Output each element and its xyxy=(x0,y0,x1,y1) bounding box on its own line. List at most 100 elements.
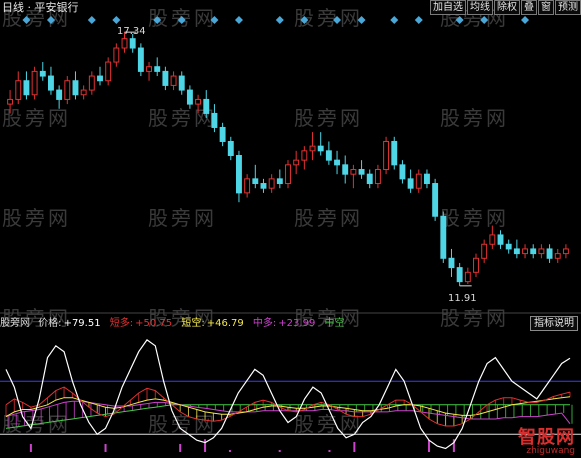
candle-body xyxy=(88,75,95,91)
candle-body xyxy=(562,248,569,255)
signal-diamond xyxy=(455,16,464,24)
legend-short-long-value: +50.75 xyxy=(135,318,173,329)
candle-body xyxy=(268,178,275,189)
candle-body xyxy=(219,126,226,142)
legend-source: 股旁网 xyxy=(0,318,30,329)
signal-diamond xyxy=(87,16,96,24)
candle-body xyxy=(276,178,283,185)
candle-body xyxy=(154,66,161,72)
legend-mid-short-label: 中空 xyxy=(324,318,345,329)
candle-body xyxy=(72,80,79,96)
signal-diamond xyxy=(22,16,31,24)
indicator-legend: 股旁网 价格: +79.51 短多: +50.75 短空: +46.79 中多: +23… xyxy=(0,317,520,331)
candle-body xyxy=(23,80,30,96)
candle-body xyxy=(513,248,520,255)
candle-body xyxy=(227,140,234,156)
candle-body xyxy=(497,234,504,245)
candle-body xyxy=(334,159,340,166)
candle-body xyxy=(260,183,267,189)
candle-body xyxy=(448,257,455,269)
candle-body xyxy=(129,38,136,49)
low-price-label: 11.91 xyxy=(448,293,477,304)
signal-diamond xyxy=(210,16,219,24)
candle-body xyxy=(162,70,169,86)
candle-body xyxy=(374,169,381,185)
candle-body xyxy=(415,173,422,189)
candle-body xyxy=(391,140,398,166)
signal-diamond xyxy=(333,16,342,24)
candle-body xyxy=(121,38,128,49)
candle-body xyxy=(97,75,103,82)
candle-body xyxy=(505,243,512,250)
candle-body xyxy=(105,61,112,82)
chart-window: 股旁网 股旁网 股旁网 股旁网 股旁网 股旁网 股旁网 股旁网 股旁网 股旁网 … xyxy=(0,0,581,458)
signal-diamond xyxy=(234,16,243,24)
signal-diamond xyxy=(300,16,309,24)
legend-price-value: +79.51 xyxy=(63,318,101,329)
candle-body xyxy=(244,178,251,194)
candle-body xyxy=(252,178,259,185)
legend-price-label: 价格: xyxy=(38,318,62,329)
candle-body xyxy=(383,140,390,171)
candle-body xyxy=(342,164,349,175)
candle-body xyxy=(473,257,479,273)
price-line xyxy=(5,339,571,450)
candle-body xyxy=(440,215,447,259)
candle-body xyxy=(546,248,553,259)
candle-body xyxy=(64,80,71,100)
candle-body xyxy=(80,89,87,96)
candlestick-chart[interactable] xyxy=(0,0,581,458)
signal-diamond xyxy=(46,16,55,24)
candle-body xyxy=(407,178,414,189)
candle-body xyxy=(522,248,528,255)
candle-body xyxy=(530,248,537,255)
signal-diamond xyxy=(275,16,284,24)
legend-short-short-label: 短空: xyxy=(181,318,205,329)
candle-body xyxy=(424,173,430,185)
candle-body xyxy=(178,75,185,91)
candle-body xyxy=(317,145,324,152)
candle-body xyxy=(358,169,365,175)
candle-body xyxy=(56,89,63,100)
legend-mid-long-label: 中多: xyxy=(252,318,277,329)
candle-body xyxy=(7,98,14,105)
signal-diamond xyxy=(112,16,121,24)
candle-body xyxy=(195,98,202,105)
signal-diamond xyxy=(414,16,423,24)
candle-body xyxy=(489,234,496,245)
signal-diamond xyxy=(153,16,162,24)
signal-diamond xyxy=(177,16,186,24)
candle-body xyxy=(293,159,300,166)
signal-diamond xyxy=(390,16,399,24)
logo-url: zhiguwang xyxy=(526,446,575,456)
candle-body xyxy=(146,66,152,72)
signal-diamond xyxy=(521,16,530,24)
candle-body xyxy=(464,271,471,283)
candle-body xyxy=(538,248,545,255)
candle-body xyxy=(309,145,316,152)
candle-body xyxy=(325,150,332,161)
candle-body xyxy=(350,169,357,175)
candle-body xyxy=(39,70,46,77)
signal-diamond xyxy=(480,16,489,24)
candle-body xyxy=(186,89,193,105)
legend-mid-long-value: +23.99 xyxy=(278,318,316,329)
candle-body xyxy=(113,47,120,63)
candle-body xyxy=(301,150,308,161)
candle-body xyxy=(554,253,561,259)
candle-body xyxy=(203,98,210,114)
candle-body xyxy=(137,47,144,72)
candle-body xyxy=(211,112,218,128)
candle-body xyxy=(366,173,373,185)
candle-body xyxy=(432,183,439,217)
signal-diamond xyxy=(357,16,366,24)
candle-body xyxy=(456,267,463,283)
candle-body xyxy=(31,70,38,96)
indicator-help-button[interactable]: 指标说明 xyxy=(530,316,578,331)
candle-body xyxy=(48,75,54,91)
candle-body xyxy=(481,243,488,259)
legend-short-long-label: 短多: xyxy=(109,318,134,329)
candle-body xyxy=(170,75,177,86)
high-price-label: 17.34 xyxy=(117,26,146,37)
candle-body xyxy=(399,164,406,180)
